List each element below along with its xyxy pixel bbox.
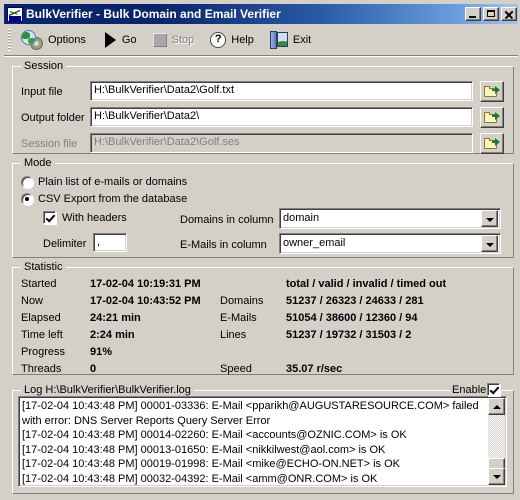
emails-in-column-chevron-down-icon[interactable] [481, 235, 498, 252]
toolbar-help-label: Help [231, 33, 254, 46]
app-icon [7, 6, 23, 22]
toolbar-exit-label: Exit [292, 33, 312, 46]
log-line: [17-02-04 10:43:48 PM] 00014-02260: E-Ma… [22, 429, 407, 441]
stat-progress-value: 91% [90, 346, 113, 358]
window-title: BulkVerifier - Bulk Domain and Email Ver… [26, 7, 281, 21]
counters-header: total / valid / invalid / timed out [286, 278, 447, 290]
toolbar-help-button[interactable]: ? Help [206, 26, 258, 54]
session-file-field[interactable]: H:\BulkVerifier\Data2\Golf.ses [90, 133, 473, 153]
log-line: [17-02-04 10:43:48 PM] 00013-01650: E-Ma… [22, 443, 386, 456]
stat-started-value: 17-02-04 10:19:31 PM [90, 278, 201, 290]
speed-value: 35.07 r/sec [286, 363, 343, 375]
counter-lines-label: Lines [220, 329, 247, 341]
log-scrollbar[interactable] [488, 398, 505, 485]
toolbar-go-button[interactable]: Go [100, 26, 141, 54]
toolbar: Options Go Stop ? Help Exit [4, 24, 518, 56]
toolbar-exit-button[interactable]: Exit [266, 26, 315, 54]
input-file-browse-button[interactable] [480, 81, 504, 102]
maximize-button[interactable] [483, 7, 499, 21]
speed-label: Speed [220, 363, 252, 375]
options-globe-gear-icon [21, 29, 43, 50]
mode-radio-csv-export[interactable]: CSV Export from the database [21, 193, 187, 205]
mode-radio-plain-list-label: Plain list of e-mails or domains [38, 176, 188, 188]
session-file-label: Session file [21, 138, 78, 150]
session-file-browse-button[interactable] [480, 133, 504, 154]
emails-in-column-label: E-Mails in column [180, 239, 267, 251]
title-bar: BulkVerifier - Bulk Domain and Email Ver… [4, 4, 518, 24]
scroll-up-icon[interactable] [488, 398, 505, 415]
application-window: BulkVerifier - Bulk Domain and Email Ver… [0, 0, 520, 500]
folder-open-icon [484, 112, 500, 124]
open-door-icon [269, 30, 288, 49]
stat-elapsed-label: Elapsed [21, 312, 61, 324]
domains-in-column-chevron-down-icon[interactable] [481, 210, 498, 227]
stat-time-left-value: 2:24 min [90, 329, 135, 341]
radio-indicator [21, 176, 33, 188]
log-line: [17-02-04 10:43:48 PM] 00019-01998: E-Ma… [22, 458, 400, 470]
checkbox-indicator [487, 383, 501, 396]
close-button[interactable] [501, 7, 517, 21]
counter-lines-value: 51237 / 19732 / 31503 / 2 [286, 329, 412, 341]
toolbar-options-button[interactable]: Options [17, 26, 90, 54]
stat-now-label: Now [21, 295, 44, 307]
mode-radio-csv-export-label: CSV Export from the database [38, 193, 188, 205]
output-folder-label: Output folder [21, 112, 85, 124]
output-folder-field[interactable]: H:\BulkVerifier\Data2\ [90, 107, 473, 127]
question-mark-icon: ? [210, 31, 227, 48]
log-content: [17-02-04 10:43:48 PM] 00001-03336: E-Ma… [22, 399, 487, 486]
toolbar-grip[interactable] [8, 28, 11, 51]
mode-group-title: Mode [21, 157, 55, 169]
statistic-group-title: Statistic [21, 261, 66, 273]
window-controls [465, 7, 518, 21]
scroll-down-icon[interactable] [488, 468, 505, 485]
mode-radio-plain-list[interactable]: Plain list of e-mails or domains [21, 176, 187, 188]
play-triangle-icon [104, 31, 117, 48]
folder-open-icon [484, 86, 500, 98]
with-headers-checkbox[interactable]: With headers [43, 211, 127, 224]
stat-now-value: 17-02-04 10:43:52 PM [90, 295, 201, 307]
toolbar-go-label: Go [121, 33, 137, 46]
output-folder-browse-button[interactable] [480, 107, 504, 128]
input-file-field[interactable]: H:\BulkVerifier\Data2\Golf.txt [90, 81, 473, 101]
session-group-title: Session [21, 60, 67, 72]
stat-progress-label: Progress [21, 346, 66, 358]
toolbar-stop-label: Stop [171, 33, 195, 46]
stat-threads-value: 0 [90, 363, 97, 375]
stat-threads-label: Threads [21, 363, 62, 375]
stat-started-label: Started [21, 278, 57, 290]
delimiter-field[interactable]: , [93, 233, 127, 252]
stat-time-left-label: Time left [21, 329, 63, 341]
delimiter-label: Delimiter [43, 238, 87, 250]
domains-in-column-select[interactable]: domain [279, 208, 501, 229]
toolbar-stop-button[interactable]: Stop [149, 26, 199, 54]
counter-domains-value: 51237 / 26323 / 24633 / 281 [286, 295, 424, 307]
counter-emails-label: E-Mails [220, 312, 257, 324]
domains-in-column-label: Domains in column [180, 214, 274, 226]
counter-emails-value: 51054 / 38600 / 12360 / 94 [286, 312, 418, 324]
toolbar-options-label: Options [48, 33, 86, 46]
log-line: [17-02-04 10:43:48 PM] 00032-04392: E-Ma… [22, 472, 378, 485]
radio-indicator [21, 193, 33, 205]
stop-square-icon [152, 32, 167, 47]
with-headers-label: With headers [62, 211, 127, 224]
log-enable-label: Enable [452, 383, 487, 396]
log-textarea[interactable]: [17-02-04 10:43:48 PM] 00001-03336: E-Ma… [18, 396, 507, 487]
emails-in-column-select[interactable]: owner_email [279, 233, 501, 254]
log-enable-checkbox[interactable]: Enable [450, 383, 502, 396]
checkbox-indicator [43, 211, 56, 224]
minimize-button[interactable] [465, 7, 481, 21]
folder-open-icon [484, 138, 500, 150]
log-group-title: Log H:\BulkVerifier\BulkVerifier.log [21, 384, 194, 396]
log-line: [17-02-04 10:43:48 PM] 00001-03336: E-Ma… [22, 400, 479, 427]
input-file-label: Input file [21, 86, 63, 98]
stat-elapsed-value: 24:21 min [90, 312, 141, 324]
counter-domains-label: Domains [220, 295, 264, 307]
